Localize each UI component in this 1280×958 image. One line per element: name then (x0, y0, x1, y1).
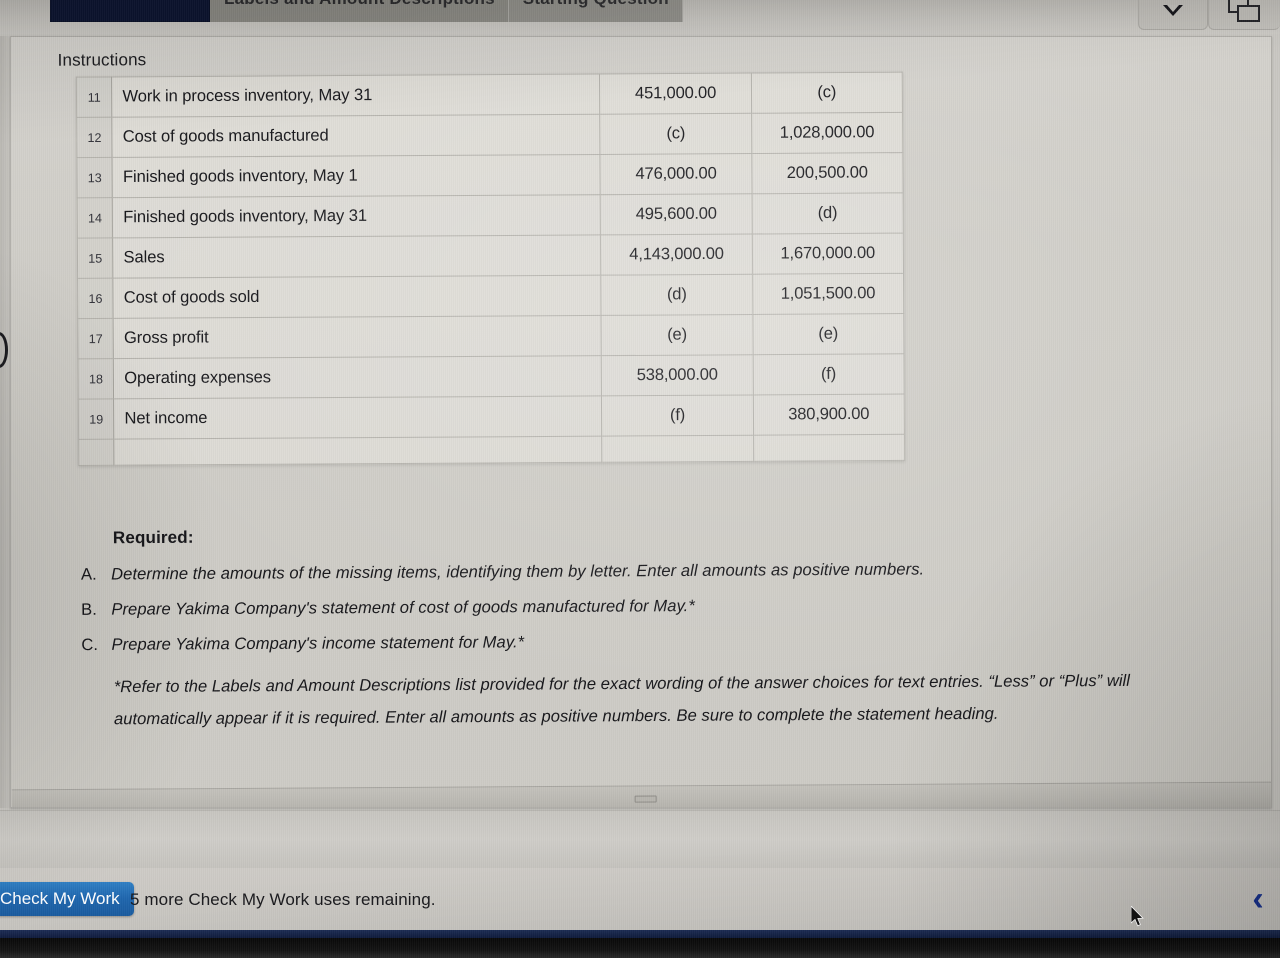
required-item-b: B. Prepare Yakima Company's statement of… (81, 594, 1218, 620)
table-row: 12 Cost of goods manufactured (c) 1,028,000… (76, 112, 903, 158)
row-label: Work in process inventory, May 31 (111, 73, 601, 118)
row-amount-column-2: (d) (751, 192, 904, 235)
row-amount-column-2: (c) (751, 72, 903, 114)
row-amount-column-1: (c) (600, 113, 752, 155)
row-number: 19 (78, 398, 115, 440)
row-amount-column-2: 1,670,000.00 (752, 233, 904, 275)
check-my-work-bar: Check My Work 5 more Check My Work uses … (0, 868, 1280, 930)
row-number: 15 (77, 237, 114, 279)
required-item-a-text: Determine the amounts of the missing ite… (111, 560, 925, 584)
required-item-c-text: Prepare Yakima Company's income statemen… (111, 633, 525, 654)
table-row: 16 Cost of goods sold (d) 1,051,500.00 (77, 273, 904, 319)
row-number: 12 (76, 117, 113, 158)
blank-cell (78, 439, 115, 466)
check-my-work-uses-remaining: 5 more Check My Work uses remaining. (130, 890, 436, 909)
panel-resize-bar[interactable] (11, 781, 1271, 807)
previous-chevron-icon[interactable]: ‹ (1238, 876, 1278, 922)
table-row: 14 Finished goods inventory, May 31 495,60… (77, 192, 904, 239)
table-row: 11 Work in process inventory, May 31 451,0… (76, 72, 903, 118)
row-amount-column-2: (f) (752, 353, 905, 395)
instructions-section-label: Instructions (57, 50, 147, 70)
row-amount-column-1: 495,600.00 (600, 193, 753, 235)
table-row: 19 Net income (f) 380,900.00 (78, 394, 905, 440)
row-number: 14 (77, 197, 113, 239)
required-item-c-letter: C. (81, 635, 99, 655)
instructions-panel: Instructions 11 Work in process inventory… (10, 36, 1272, 808)
bottom-blue-bezel (0, 930, 1280, 938)
required-section: Required: A. Determine the amounts of th… (81, 521, 1219, 736)
table-row: 18 Operating expenses 538,000.00 (f) (78, 353, 905, 400)
browser-top-chrome: Labels and Amount Descriptions Starting … (0, 0, 1280, 34)
row-amount-column-2: 1,028,000.00 (751, 112, 903, 154)
table-row: 13 Finished goods inventory, May 1 476,000… (76, 152, 904, 198)
row-label: Cost of goods sold (113, 275, 602, 319)
blank-cell (602, 435, 754, 463)
row-label: Cost of goods manufactured (112, 114, 601, 158)
row-label: Gross profit (113, 315, 602, 359)
row-label: Operating expenses (113, 355, 602, 399)
panes-icon (1227, 0, 1262, 24)
chevron-down-icon (1163, 5, 1183, 16)
required-footnote: *Refer to the Labels and Amount Descript… (113, 671, 1130, 729)
row-label: Finished goods inventory, May 1 (112, 154, 601, 198)
required-title: Required: (112, 527, 194, 548)
row-label: Finished goods inventory, May 31 (112, 194, 601, 238)
required-item-c: C. Prepare Yakima Company's income state… (81, 629, 1218, 655)
table-row: 15 Sales 4,143,000.00 1,670,000.00 (77, 233, 904, 279)
tab-labels-amount-descriptions-label: Labels and Amount Descriptions (224, 0, 495, 9)
row-amount-column-1: (e) (601, 314, 753, 356)
row-number: 16 (77, 278, 114, 319)
row-amount-column-2: (e) (752, 313, 904, 355)
required-item-b-letter: B. (81, 600, 97, 619)
row-label: Sales (112, 234, 602, 279)
expand-collapse-button[interactable] (1138, 0, 1208, 30)
row-amount-column-1: 4,143,000.00 (600, 234, 753, 276)
resize-grip-handle[interactable] (634, 795, 657, 803)
row-amount-column-1: 538,000.00 (601, 354, 753, 396)
row-number: 11 (76, 76, 113, 118)
row-amount-column-2: 1,051,500.00 (752, 273, 904, 315)
row-amount-column-2: 200,500.00 (751, 152, 904, 194)
row-number: 18 (78, 358, 114, 400)
required-item-a: A. Determine the amounts of the missing … (81, 559, 1218, 585)
table-row: 17 Gross profit (e) (e) (77, 313, 904, 359)
lower-gap-band (0, 810, 1280, 868)
required-item-b-text: Prepare Yakima Company's statement of co… (111, 597, 695, 619)
table-row-blank (78, 434, 905, 466)
tab-active-dark[interactable] (50, 0, 210, 22)
row-number: 17 (77, 318, 114, 359)
tab-starting-question[interactable]: Starting Question (508, 0, 683, 22)
row-label: Net income (113, 395, 603, 440)
required-item-a-letter: A. (80, 565, 97, 584)
row-amount-column-1: 476,000.00 (600, 153, 752, 195)
panes-layout-button[interactable] (1208, 0, 1280, 30)
check-my-work-button[interactable]: Check My Work (0, 882, 134, 916)
bottom-black-bezel (0, 938, 1280, 958)
mouse-cursor (1131, 906, 1144, 927)
previous-chevron-glyph: ‹ (1252, 880, 1264, 918)
row-amount-column-2: 380,900.00 (752, 394, 905, 436)
row-amount-column-1: 451,000.00 (599, 73, 752, 115)
check-my-work-button-label: Check My Work (0, 889, 120, 908)
tab-labels-amount-descriptions[interactable]: Labels and Amount Descriptions (210, 0, 509, 22)
table-body: 11 Work in process inventory, May 31 451,0… (76, 72, 905, 466)
row-amount-column-1: (f) (601, 394, 754, 437)
missing-amounts-table: 11 Work in process inventory, May 31 451,0… (75, 71, 906, 466)
left-rail (0, 36, 10, 808)
blank-cell (753, 434, 905, 462)
tab-starting-question-label: Starting Question (523, 0, 669, 9)
tab-strip: Labels and Amount Descriptions Starting … (50, 0, 683, 22)
blank-cell (114, 436, 603, 466)
row-amount-column-1: (d) (601, 274, 753, 316)
row-number: 13 (76, 157, 113, 198)
